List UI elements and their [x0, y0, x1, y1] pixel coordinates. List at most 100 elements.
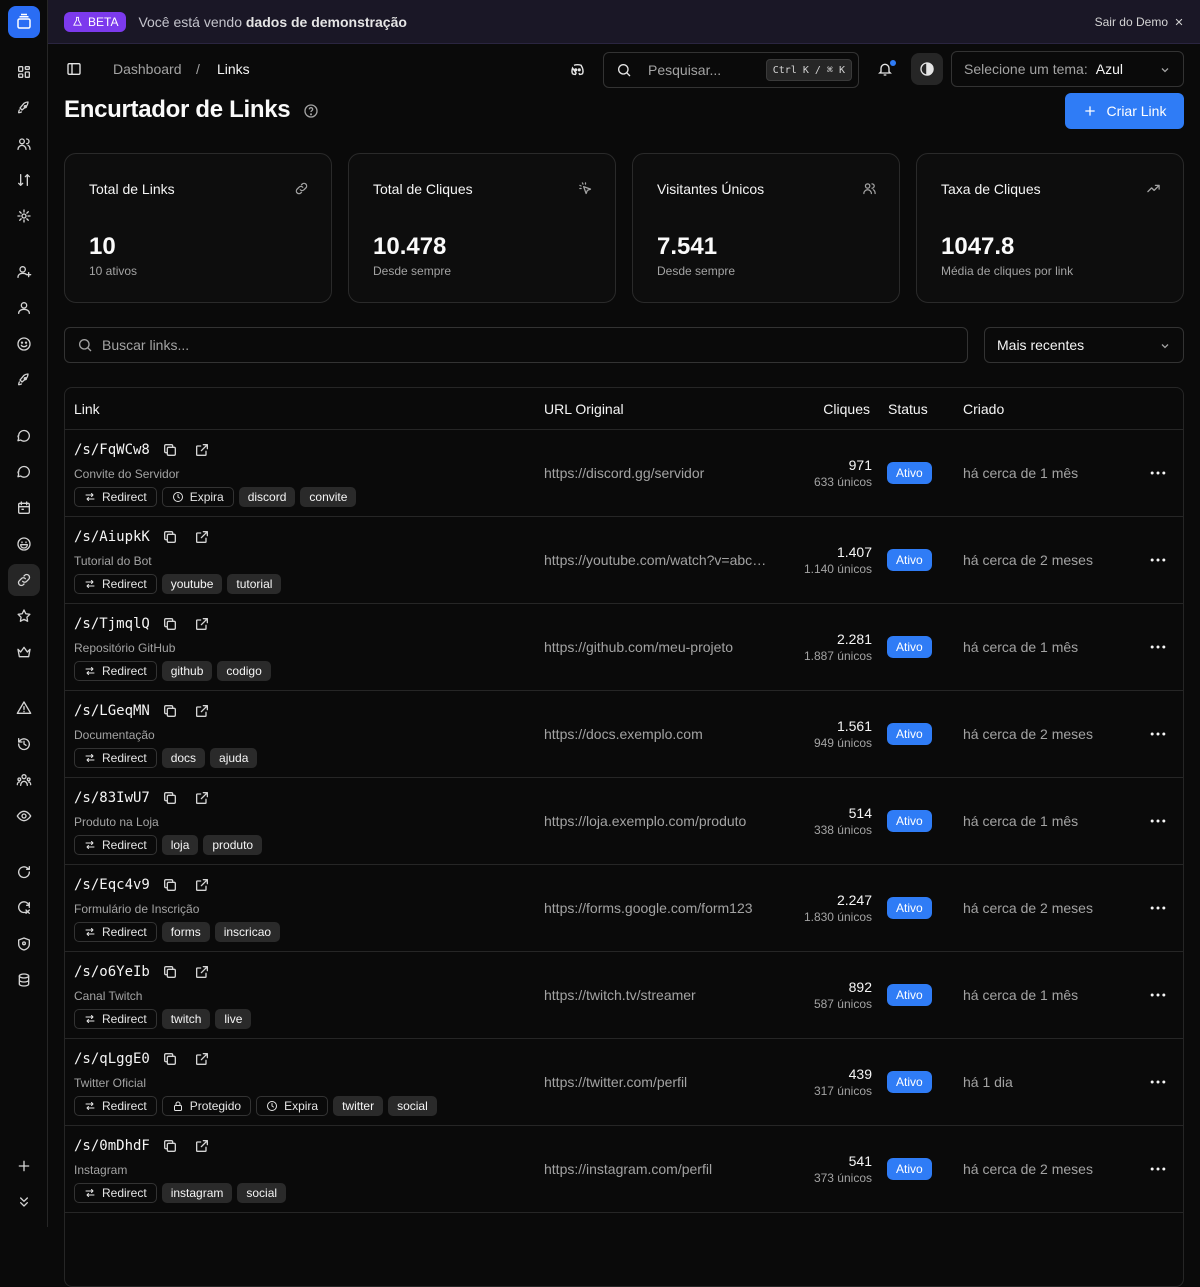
table-row[interactable]: /s/LGeqMN Documentação Redirect docs ajuda ht… — [65, 690, 1183, 777]
open-link-button[interactable] — [194, 442, 210, 458]
link-description: Documentação — [74, 728, 155, 742]
sidebar-item-link[interactable] — [8, 564, 40, 596]
row-actions-button[interactable] — [1148, 550, 1168, 570]
sidebar-item-sort[interactable] — [14, 170, 34, 190]
sidebar-item-crown[interactable] — [14, 642, 34, 662]
clicks-count: 514 — [848, 805, 872, 821]
sidebar-item-emoji[interactable] — [14, 534, 34, 554]
open-link-button[interactable] — [194, 1051, 210, 1067]
sidebar-item-alert[interactable] — [14, 698, 34, 718]
table-row[interactable]: /s/FqWCw8 Convite do Servidor Redirect Expi… — [65, 429, 1183, 516]
column-header-status[interactable]: Status — [888, 388, 928, 429]
table-row[interactable]: /s/0mDhdF Instagram Redirect instagram socia… — [65, 1125, 1183, 1212]
sidebar-item-team[interactable] — [14, 770, 34, 790]
open-link-button[interactable] — [194, 703, 210, 719]
sidebar-item-rocket[interactable] — [14, 98, 34, 118]
row-actions-button[interactable] — [1148, 1159, 1168, 1179]
short-link[interactable]: /s/o6YeIb — [74, 964, 150, 980]
column-header-created[interactable]: Criado — [963, 388, 1004, 429]
exit-demo-button[interactable]: Sair do Demo — [1095, 0, 1184, 44]
row-actions-button[interactable] — [1148, 463, 1168, 483]
copy-link-button[interactable] — [162, 616, 178, 632]
sidebar-item-calendar[interactable] — [14, 498, 34, 518]
sidebar-item-users[interactable] — [14, 134, 34, 154]
open-link-button[interactable] — [194, 529, 210, 545]
copy-link-button[interactable] — [162, 790, 178, 806]
sidebar-item-settings[interactable] — [14, 206, 34, 226]
clicks-cell: 541 373 únicos — [814, 1153, 872, 1185]
open-link-button[interactable] — [194, 790, 210, 806]
toggle-sidebar-button[interactable] — [58, 53, 90, 85]
sidebar-item-chevrons-down[interactable] — [14, 1192, 34, 1212]
tag-badge: Redirect — [74, 835, 157, 855]
sort-select[interactable]: Mais recentes — [984, 327, 1184, 363]
sidebar-item-star[interactable] — [14, 606, 34, 626]
row-actions-button[interactable] — [1148, 898, 1168, 918]
short-link[interactable]: /s/FqWCw8 — [74, 442, 150, 458]
sidebar-item-user[interactable] — [14, 298, 34, 318]
tag-badge: Redirect — [74, 1009, 157, 1029]
sidebar-item-refresh[interactable] — [14, 862, 34, 882]
original-url: https://instagram.com/perfil — [544, 1161, 713, 1177]
create-link-button[interactable]: Criar Link — [1065, 93, 1184, 129]
theme-toggle-button[interactable] — [911, 53, 943, 85]
table-row[interactable]: /s/83IwU7 Produto na Loja Redirect loja prod… — [65, 777, 1183, 864]
notifications-button[interactable] — [869, 53, 901, 85]
copy-link-button[interactable] — [162, 964, 178, 980]
column-header-link[interactable]: Link — [74, 388, 100, 429]
column-header-clicks[interactable]: Cliques — [823, 388, 870, 429]
short-link[interactable]: /s/Eqc4v9 — [74, 877, 150, 893]
copy-link-button[interactable] — [162, 703, 178, 719]
row-actions-button[interactable] — [1148, 811, 1168, 831]
help-icon[interactable] — [303, 103, 319, 119]
theme-select[interactable]: Selecione um tema: Azul — [951, 51, 1184, 87]
open-link-button[interactable] — [194, 1138, 210, 1154]
sidebar-item-rocket[interactable] — [14, 370, 34, 390]
copy-link-button[interactable] — [162, 1138, 178, 1154]
short-link[interactable]: /s/AiupkK — [74, 529, 150, 545]
short-link[interactable]: /s/0mDhdF — [74, 1138, 150, 1154]
status-badge: Ativo — [887, 549, 932, 571]
copy-link-button[interactable] — [162, 442, 178, 458]
short-link[interactable]: /s/qLggE0 — [74, 1051, 150, 1067]
table-row[interactable]: /s/AiupkK Tutorial do Bot Redirect youtube t… — [65, 516, 1183, 603]
sidebar-item-database[interactable] — [14, 970, 34, 990]
row-actions-button[interactable] — [1148, 637, 1168, 657]
open-link-button[interactable] — [194, 877, 210, 893]
sidebar-item-history[interactable] — [14, 734, 34, 754]
table-row[interactable] — [65, 1212, 1183, 1252]
table-row[interactable]: /s/TjmqlQ Repositório GitHub Redirect githu… — [65, 603, 1183, 690]
copy-link-button[interactable] — [162, 877, 178, 893]
column-header-url[interactable]: URL Original — [544, 388, 624, 429]
sidebar-item-eye[interactable] — [14, 806, 34, 826]
sidebar-item-message[interactable] — [14, 462, 34, 482]
sidebar-item-user-plus[interactable] — [14, 262, 34, 282]
sidebar-item-refresh-x[interactable] — [14, 898, 34, 918]
app-logo-icon[interactable] — [8, 6, 40, 38]
copy-link-button[interactable] — [162, 529, 178, 545]
breadcrumb-dashboard[interactable]: Dashboard — [113, 45, 182, 93]
sidebar-item-message[interactable] — [14, 426, 34, 446]
row-actions-button[interactable] — [1148, 1072, 1168, 1092]
table-row[interactable]: /s/Eqc4v9 Formulário de Inscrição Redirect… — [65, 864, 1183, 951]
copy-link-button[interactable] — [162, 1051, 178, 1067]
tag-badge: Redirect — [74, 1183, 157, 1203]
row-actions-button[interactable] — [1148, 985, 1168, 1005]
sidebar-item-smile[interactable] — [14, 334, 34, 354]
short-link[interactable]: /s/TjmqlQ — [74, 616, 150, 632]
table-row[interactable]: /s/o6YeIb Canal Twitch Redirect twitch live h… — [65, 951, 1183, 1038]
links-search-input[interactable]: Buscar links... — [64, 327, 968, 363]
global-search-input[interactable]: Pesquisar... Ctrl K / ⌘ K — [603, 52, 859, 88]
original-url: https://docs.exemplo.com — [544, 726, 703, 742]
short-link[interactable]: /s/83IwU7 — [74, 790, 150, 806]
discord-button[interactable] — [561, 53, 593, 85]
tag-badge: social — [388, 1096, 437, 1116]
sidebar-item-dashboard[interactable] — [14, 62, 34, 82]
table-row[interactable]: /s/qLggE0 Twitter Oficial Redirect Protegid… — [65, 1038, 1183, 1125]
open-link-button[interactable] — [194, 964, 210, 980]
row-actions-button[interactable] — [1148, 724, 1168, 744]
sidebar-item-shield[interactable] — [14, 934, 34, 954]
sidebar-item-plus[interactable] — [14, 1156, 34, 1176]
short-link[interactable]: /s/LGeqMN — [74, 703, 150, 719]
open-link-button[interactable] — [194, 616, 210, 632]
